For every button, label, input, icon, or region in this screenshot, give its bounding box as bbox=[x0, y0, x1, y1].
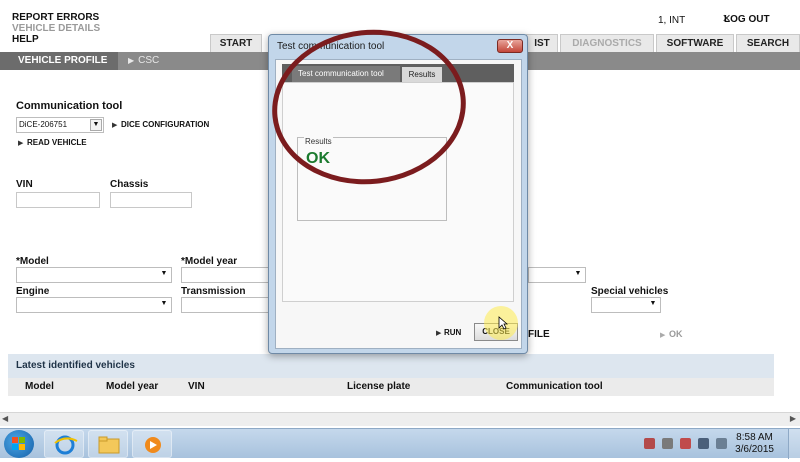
internet-explorer-icon[interactable] bbox=[44, 430, 84, 458]
chevron-down-icon: ▼ bbox=[574, 270, 582, 277]
tab-diagnostics[interactable]: DIAGNOSTICS bbox=[560, 34, 654, 52]
engine-label: Engine bbox=[16, 286, 50, 297]
tray-flag-icon[interactable] bbox=[644, 438, 655, 449]
chevron-down-icon: ▼ bbox=[649, 300, 657, 307]
chevron-down-icon: ▼ bbox=[160, 270, 168, 277]
column-vin[interactable]: VIN bbox=[188, 381, 205, 392]
column-model-year[interactable]: Model year bbox=[106, 381, 158, 392]
tray-volume-icon[interactable] bbox=[698, 438, 709, 449]
help-link[interactable]: HELP bbox=[12, 34, 100, 45]
horizontal-scrollbar[interactable]: ◀ ▶ bbox=[0, 412, 800, 426]
right-select[interactable]: ▼ bbox=[528, 267, 586, 283]
system-clock[interactable]: 8:58 AM 3/6/2015 bbox=[735, 432, 774, 456]
subnav-vehicle-profile[interactable]: VEHICLE PROFILE bbox=[0, 52, 118, 70]
communication-tool-title: Communication tool bbox=[16, 100, 123, 112]
logout-link[interactable]: LOG OUT bbox=[724, 14, 770, 25]
model-select[interactable]: ▼ bbox=[16, 267, 172, 283]
clock-date: 3/6/2015 bbox=[735, 444, 774, 455]
tray-alert-icon[interactable] bbox=[680, 438, 691, 449]
show-desktop-button[interactable] bbox=[788, 429, 800, 459]
communication-tool-select[interactable]: DiCE-206751 ▼ bbox=[16, 117, 104, 133]
windows-flag-icon bbox=[12, 437, 25, 450]
tab-search[interactable]: SEARCH bbox=[736, 34, 800, 52]
run-button[interactable]: RUN bbox=[444, 328, 461, 337]
latest-identified-title: Latest identified vehicles bbox=[16, 360, 135, 371]
column-communication-tool[interactable]: Communication tool bbox=[506, 381, 603, 392]
latest-table-header: Model Model year VIN License plate Commu… bbox=[8, 378, 774, 396]
read-vehicle-link[interactable]: READ VEHICLE bbox=[27, 138, 87, 147]
column-license-plate[interactable]: License plate bbox=[347, 381, 410, 392]
tray-network-icon[interactable] bbox=[662, 438, 673, 449]
model-year-select[interactable] bbox=[181, 267, 269, 283]
report-errors-link[interactable]: REPORT ERRORS bbox=[12, 12, 100, 23]
dice-configuration-link[interactable]: DICE CONFIGURATION bbox=[121, 120, 209, 129]
chevron-down-icon: ▼ bbox=[160, 300, 168, 307]
communication-tool-value: DiCE-206751 bbox=[19, 120, 68, 129]
tab-start[interactable]: START bbox=[210, 34, 262, 52]
user-info: 1, INT bbox=[658, 15, 686, 26]
latest-identified-panel: Latest identified vehicles bbox=[8, 354, 774, 378]
chevron-right-icon: ▶ bbox=[436, 330, 442, 337]
model-year-label: *Model year bbox=[181, 256, 238, 267]
special-vehicles-select[interactable]: ▼ bbox=[591, 297, 661, 313]
chevron-right-icon: ▶ bbox=[128, 56, 135, 65]
file-explorer-icon[interactable] bbox=[88, 430, 128, 458]
file-button[interactable]: FILE bbox=[528, 329, 550, 340]
tab-ist[interactable]: IST bbox=[526, 34, 558, 52]
windows-start-icon[interactable] bbox=[4, 430, 34, 458]
vin-label: VIN bbox=[16, 179, 33, 190]
ok-button[interactable]: OK bbox=[669, 329, 683, 339]
column-model[interactable]: Model bbox=[25, 381, 54, 392]
transmission-select[interactable] bbox=[181, 297, 269, 313]
vin-input[interactable] bbox=[16, 192, 100, 208]
chevron-right-icon: ▶ bbox=[660, 332, 666, 339]
subnav-vehicle-profile-label: VEHICLE PROFILE bbox=[18, 55, 108, 66]
special-vehicles-label: Special vehicles bbox=[591, 286, 669, 297]
chassis-input[interactable] bbox=[110, 192, 192, 208]
dialog-close-button[interactable]: X bbox=[497, 39, 523, 53]
scroll-left-icon[interactable]: ◀ bbox=[2, 414, 8, 423]
mouse-cursor-icon bbox=[498, 316, 508, 330]
subnav-csc[interactable]: ▶ CSC bbox=[128, 52, 159, 70]
clock-time: 8:58 AM bbox=[736, 432, 773, 443]
tray-display-icon[interactable] bbox=[716, 438, 727, 449]
chassis-label: Chassis bbox=[110, 179, 149, 190]
taskbar: 8:58 AM 3/6/2015 bbox=[0, 428, 800, 459]
chevron-right-icon: ▶ bbox=[18, 140, 24, 147]
vehicle-details-link[interactable]: VEHICLE DETAILS bbox=[12, 23, 100, 34]
engine-select[interactable]: ▼ bbox=[16, 297, 172, 313]
scroll-right-icon[interactable]: ▶ bbox=[790, 414, 796, 423]
top-menu: REPORT ERRORS VEHICLE DETAILS HELP bbox=[12, 12, 100, 45]
tab-software[interactable]: SOFTWARE bbox=[656, 34, 734, 52]
chevron-down-icon: ▼ bbox=[90, 119, 102, 131]
media-player-icon[interactable] bbox=[132, 430, 172, 458]
model-label: *Model bbox=[16, 256, 49, 267]
chevron-right-icon: ▶ bbox=[112, 122, 118, 129]
subnav-csc-label: CSC bbox=[138, 55, 160, 66]
transmission-label: Transmission bbox=[181, 286, 246, 297]
